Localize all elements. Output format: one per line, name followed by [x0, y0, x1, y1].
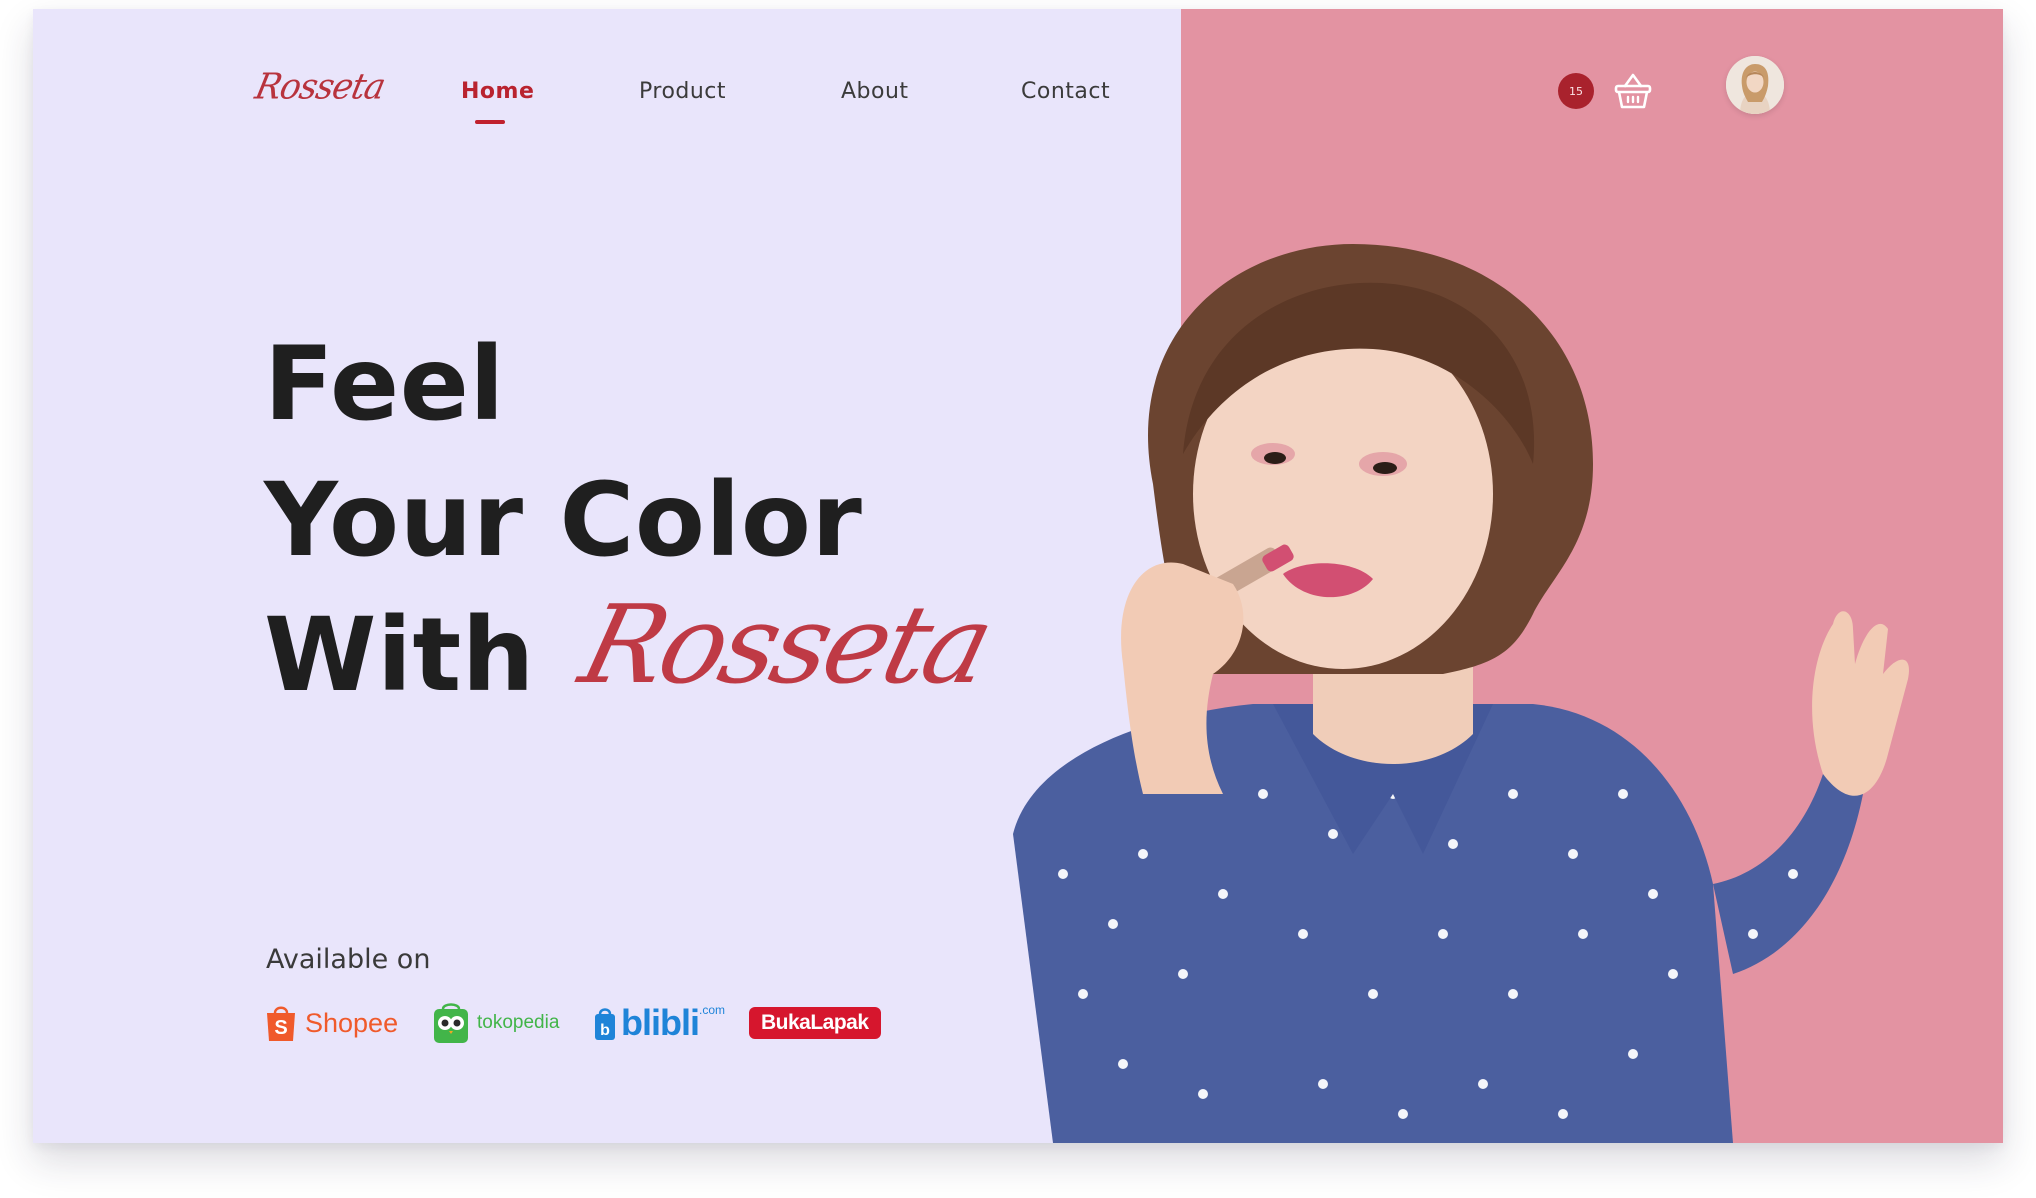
hero-heading-line-3: With — [264, 596, 535, 715]
store-blibli-suffix: .com — [699, 1003, 726, 1017]
store-bukalapak-label: BukaLapak — [749, 1007, 881, 1039]
store-tokopedia[interactable]: tokopedia — [431, 999, 559, 1047]
nav-active-indicator — [475, 120, 505, 124]
nav-about-link[interactable]: About — [841, 79, 909, 104]
blibli-bag-icon: b — [595, 1008, 615, 1040]
store-tokopedia-label: tokopedia — [477, 1012, 560, 1033]
svg-text:S: S — [274, 1017, 287, 1039]
store-blibli[interactable]: b blibli .com — [593, 999, 725, 1047]
brand-logo[interactable]: Rosseta — [252, 66, 389, 108]
user-avatar-icon — [1726, 56, 1784, 114]
cart-count-badge: 15 — [1558, 73, 1594, 109]
nav-product-link[interactable]: Product — [639, 79, 726, 104]
tokopedia-owl-icon — [434, 1003, 468, 1043]
hero-heading-line-2: Your Color — [264, 461, 863, 580]
nav-home-link[interactable]: Home — [461, 79, 534, 104]
landing-page-frame: Rosseta Home Product About Contact 15 Fe… — [33, 9, 2003, 1143]
store-shopee[interactable]: S Shopee — [265, 999, 398, 1047]
nav-contact-link[interactable]: Contact — [1021, 79, 1110, 104]
hero-brand-script: Rosseta — [569, 583, 1002, 708]
shopping-basket-icon[interactable] — [1611, 69, 1655, 113]
store-shopee-label: Shopee — [305, 1007, 399, 1038]
user-avatar[interactable] — [1726, 56, 1784, 114]
shopee-bag-icon: S — [267, 1006, 295, 1041]
hero-heading-line-1: Feel — [264, 325, 505, 444]
svg-text:b: b — [600, 1022, 610, 1039]
store-bukalapak[interactable]: BukaLapak — [749, 999, 881, 1047]
available-on-label: Available on — [266, 944, 431, 975]
store-blibli-label: blibli — [621, 1002, 700, 1043]
hero-model-photo — [1013, 244, 1909, 1143]
